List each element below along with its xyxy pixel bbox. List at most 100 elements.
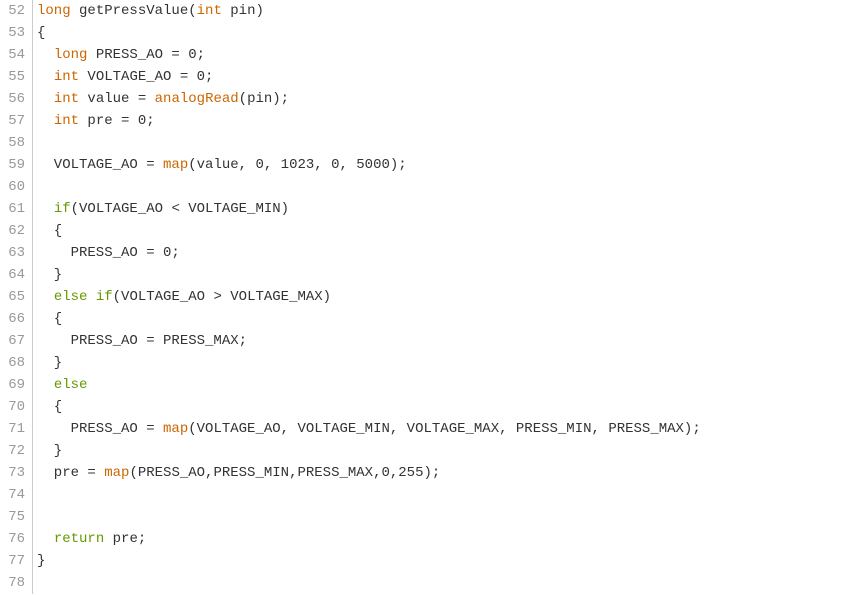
code-line[interactable]	[37, 132, 701, 154]
code-token	[37, 47, 54, 63]
line-number: 54	[0, 44, 25, 66]
code-token	[87, 289, 95, 305]
line-number: 53	[0, 22, 25, 44]
line-number: 63	[0, 242, 25, 264]
code-token: int	[197, 3, 222, 19]
code-token: pin)	[222, 3, 264, 19]
code-line[interactable]: }	[37, 440, 701, 462]
code-line[interactable]: {	[37, 220, 701, 242]
code-token: PRESS_AO = PRESS_MAX;	[37, 333, 247, 349]
code-editor[interactable]: 5253545556575859606162636465666768697071…	[0, 0, 867, 594]
code-token: map	[104, 465, 129, 481]
line-number: 72	[0, 440, 25, 462]
code-token: value =	[79, 91, 155, 107]
code-line[interactable]: long PRESS_AO = 0;	[37, 44, 701, 66]
code-token: (VOLTAGE_AO > VOLTAGE_MAX)	[113, 289, 331, 305]
code-token: (pin);	[239, 91, 289, 107]
code-line[interactable]	[37, 176, 701, 198]
line-number-gutter: 5253545556575859606162636465666768697071…	[0, 0, 32, 594]
line-number: 77	[0, 550, 25, 572]
code-token: int	[54, 69, 79, 85]
line-number: 52	[0, 0, 25, 22]
code-token: (value, 0, 1023, 0, 5000);	[188, 157, 406, 173]
code-token: (	[188, 3, 196, 19]
code-token	[37, 289, 54, 305]
line-number: 57	[0, 110, 25, 132]
code-line[interactable]: pre = map(PRESS_AO,PRESS_MIN,PRESS_MAX,0…	[37, 462, 701, 484]
code-token: PRESS_AO = 0;	[37, 245, 180, 261]
code-line[interactable]: else if(VOLTAGE_AO > VOLTAGE_MAX)	[37, 286, 701, 308]
code-token: analogRead	[155, 91, 239, 107]
code-line[interactable]: {	[37, 22, 701, 44]
line-number: 66	[0, 308, 25, 330]
code-token: }	[37, 553, 45, 569]
code-token: long	[54, 47, 88, 63]
line-number: 75	[0, 506, 25, 528]
code-line[interactable]: }	[37, 550, 701, 572]
code-token: else	[54, 289, 88, 305]
code-token	[37, 113, 54, 129]
code-token	[37, 377, 54, 393]
code-token: }	[37, 355, 62, 371]
code-token: map	[163, 157, 188, 173]
code-token: VOLTAGE_AO =	[37, 157, 163, 173]
code-token: if	[96, 289, 113, 305]
code-line[interactable]: {	[37, 308, 701, 330]
code-token: long	[37, 3, 71, 19]
code-line[interactable]	[37, 484, 701, 506]
code-token: (VOLTAGE_AO < VOLTAGE_MIN)	[71, 201, 289, 217]
code-line[interactable]: if(VOLTAGE_AO < VOLTAGE_MIN)	[37, 198, 701, 220]
line-number: 56	[0, 88, 25, 110]
code-line[interactable]: return pre;	[37, 528, 701, 550]
code-line[interactable]: long getPressValue(int pin)	[37, 0, 701, 22]
code-line[interactable]: VOLTAGE_AO = map(value, 0, 1023, 0, 5000…	[37, 154, 701, 176]
line-number: 61	[0, 198, 25, 220]
code-token: VOLTAGE_AO = 0;	[79, 69, 213, 85]
code-token: }	[37, 443, 62, 459]
code-token: PRESS_AO = 0;	[87, 47, 205, 63]
line-number: 69	[0, 374, 25, 396]
code-token: {	[37, 399, 62, 415]
code-token	[37, 69, 54, 85]
code-line[interactable]	[37, 506, 701, 528]
code-line[interactable]: }	[37, 264, 701, 286]
code-line[interactable]	[37, 572, 701, 594]
code-line[interactable]: PRESS_AO = 0;	[37, 242, 701, 264]
line-number: 64	[0, 264, 25, 286]
code-token: (VOLTAGE_AO, VOLTAGE_MIN, VOLTAGE_MAX, P…	[188, 421, 700, 437]
line-number: 70	[0, 396, 25, 418]
code-token: int	[54, 91, 79, 107]
code-line[interactable]: PRESS_AO = PRESS_MAX;	[37, 330, 701, 352]
line-number: 55	[0, 66, 25, 88]
line-number: 59	[0, 154, 25, 176]
code-line[interactable]: else	[37, 374, 701, 396]
line-number: 65	[0, 286, 25, 308]
code-line[interactable]: }	[37, 352, 701, 374]
code-line[interactable]: int value = analogRead(pin);	[37, 88, 701, 110]
line-number: 68	[0, 352, 25, 374]
line-number: 76	[0, 528, 25, 550]
code-token: pre = 0;	[79, 113, 155, 129]
code-token: PRESS_AO =	[37, 421, 163, 437]
code-token: {	[37, 223, 62, 239]
line-number: 62	[0, 220, 25, 242]
code-token: else	[54, 377, 88, 393]
code-token: int	[54, 113, 79, 129]
code-token: {	[37, 25, 45, 41]
code-token	[37, 91, 54, 107]
code-token	[37, 201, 54, 217]
code-line[interactable]: int pre = 0;	[37, 110, 701, 132]
code-token: return	[54, 531, 104, 547]
code-line[interactable]: PRESS_AO = map(VOLTAGE_AO, VOLTAGE_MIN, …	[37, 418, 701, 440]
code-token	[71, 3, 79, 19]
code-area[interactable]: long getPressValue(int pin) { long PRESS_…	[32, 0, 701, 594]
code-line[interactable]: int VOLTAGE_AO = 0;	[37, 66, 701, 88]
code-token: if	[54, 201, 71, 217]
code-line[interactable]: {	[37, 396, 701, 418]
line-number: 78	[0, 572, 25, 594]
code-token	[37, 531, 54, 547]
code-token: (PRESS_AO,PRESS_MIN,PRESS_MAX,0,255);	[129, 465, 440, 481]
line-number: 73	[0, 462, 25, 484]
line-number: 74	[0, 484, 25, 506]
line-number: 71	[0, 418, 25, 440]
